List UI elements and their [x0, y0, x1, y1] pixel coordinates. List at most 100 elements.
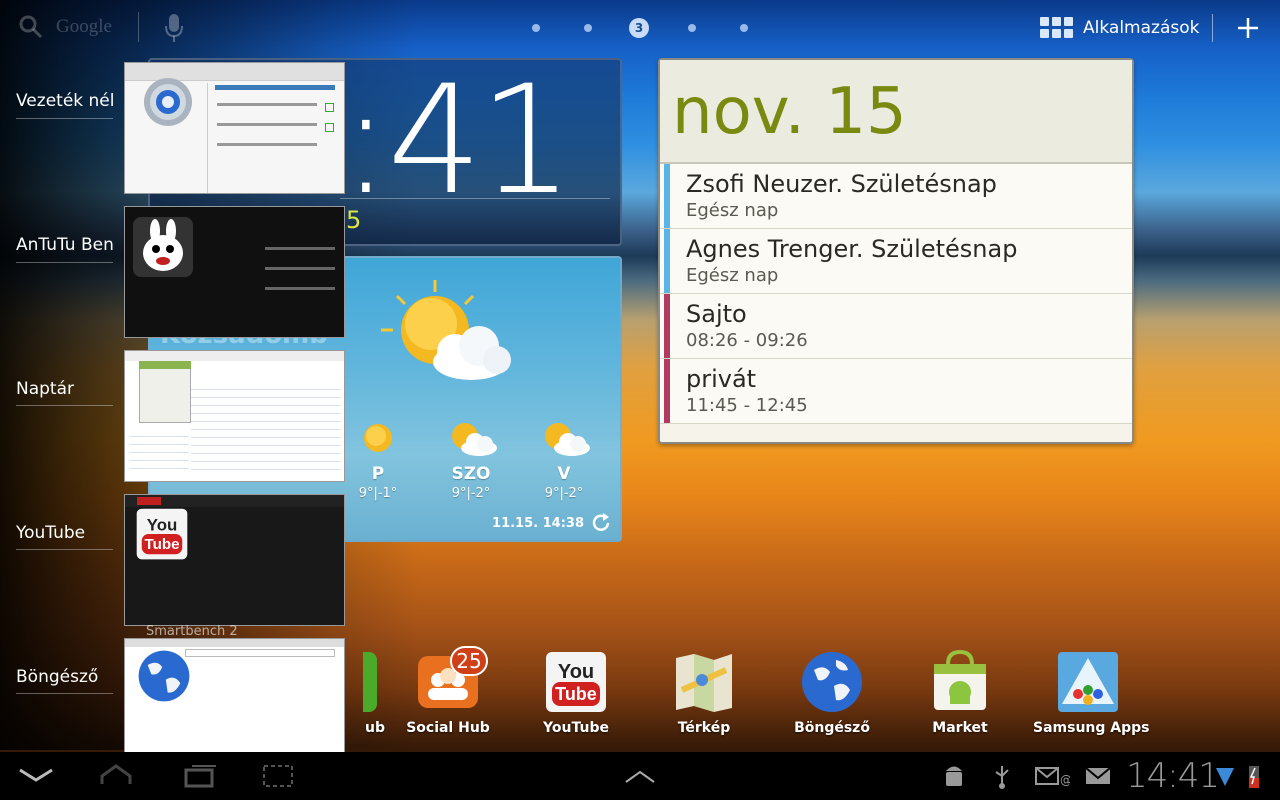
settings-gear-icon — [144, 78, 192, 126]
weather-updated: 11.15. 14:38 — [492, 516, 584, 531]
svg-text:Tube: Tube — [144, 536, 179, 553]
calendar-event[interactable]: Sajto 08:26 - 09:26 — [660, 294, 1132, 359]
refresh-icon[interactable] — [590, 512, 612, 534]
sun-icon — [364, 424, 392, 452]
page-dot[interactable] — [688, 24, 696, 32]
calendar-event[interactable]: Zsofi Neuzer. Születésnap Egész nap — [660, 164, 1132, 229]
dock-app-social-hub[interactable]: 25 Social Hub — [393, 646, 503, 736]
divider — [16, 118, 113, 119]
calendar-event[interactable]: privát 11:45 - 12:45 — [660, 359, 1132, 424]
add-icon[interactable] — [1236, 16, 1260, 40]
chevron-up-icon[interactable] — [620, 762, 660, 790]
dock-app-label: Térkép — [677, 720, 731, 736]
page-indicator[interactable]: 3 — [520, 18, 760, 38]
forecast-day: V 9°|-2° — [529, 418, 599, 501]
divider — [1212, 14, 1213, 42]
divider — [138, 12, 139, 42]
svg-text:You: You — [147, 516, 178, 535]
forecast-temp: 9°|-2° — [544, 486, 584, 501]
dock-app-market[interactable]: Market — [905, 649, 1015, 736]
event-title: Zsofi Neuzer. Születésnap — [686, 170, 997, 198]
search-icon[interactable] — [18, 14, 44, 40]
recent-apps-icon[interactable] — [180, 762, 220, 790]
gmail-icon — [1085, 767, 1111, 784]
page-dot[interactable] — [740, 24, 748, 32]
calendar-date: nov. 15 — [672, 75, 907, 149]
forecast-temp: 9°|-2° — [451, 486, 491, 501]
apps-grid-icon — [1040, 17, 1074, 39]
event-color-bar — [664, 359, 670, 423]
forecast-day-label: SZO — [451, 464, 491, 484]
calendar-event-list: Zsofi Neuzer. Születésnap Egész nap Agne… — [660, 164, 1132, 424]
event-time: 11:45 - 12:45 — [686, 395, 808, 416]
maps-icon — [672, 650, 736, 714]
notification-badge: 25 — [450, 646, 488, 676]
sun-cloud-icon — [452, 423, 497, 456]
search-input[interactable]: Google — [56, 16, 112, 38]
event-time: Egész nap — [686, 200, 779, 221]
forecast-day: SZO 9°|-2° — [436, 418, 506, 501]
dock-app-browser[interactable]: Böngésző — [777, 650, 887, 736]
page-dot[interactable] — [532, 24, 540, 32]
wifi-icon — [1216, 768, 1234, 786]
event-title: Agnes Trenger. Születésnap — [686, 235, 1018, 263]
recent-app-label[interactable]: Böngésző — [16, 667, 98, 687]
event-color-bar — [664, 294, 670, 358]
event-title: Sajto — [686, 300, 747, 328]
antutu-icon — [133, 217, 193, 277]
top-bar: Google 3 Alkalmazások — [0, 0, 1280, 56]
event-title: privát — [686, 365, 757, 393]
microphone-icon[interactable] — [163, 12, 185, 44]
dock-app-label: YouTube — [543, 720, 609, 736]
recent-app-thumbnail-antutu[interactable] — [124, 206, 345, 338]
clock-time: :41 — [340, 54, 574, 228]
home-icon[interactable] — [96, 762, 136, 790]
dock-app-samsung-apps[interactable]: Samsung Apps — [1033, 650, 1150, 736]
recent-app-label[interactable]: Vezeték nél — [16, 91, 114, 111]
apps-button[interactable]: Alkalmazások — [1040, 14, 1199, 42]
apps-label: Alkalmazások — [1083, 18, 1200, 38]
youtube-icon: YouTube — [544, 650, 608, 714]
dock-app-label: Social Hub — [406, 720, 490, 736]
event-color-bar — [664, 229, 670, 293]
usb-icon — [995, 766, 1009, 789]
battery-charging-icon — [1249, 766, 1259, 788]
page-dot[interactable] — [584, 24, 592, 32]
calendar-date-header: nov. 15 — [660, 60, 1132, 164]
svg-text:@: @ — [1060, 773, 1070, 787]
samsung-apps-icon — [1056, 650, 1120, 714]
forecast-day-label: P — [371, 464, 385, 484]
dock-app-label: Samsung Apps — [1033, 720, 1150, 736]
svg-text:Tube: Tube — [555, 684, 597, 704]
social-hub-icon: 25 — [416, 646, 488, 714]
recent-app-label[interactable]: Naptár — [16, 379, 74, 399]
dock-app-youtube[interactable]: You Tube YouTube — [521, 650, 631, 736]
recent-app-thumbnail-settings[interactable] — [124, 62, 345, 194]
dock-app-maps[interactable]: Térkép — [649, 650, 759, 736]
email-icon: @ — [1035, 767, 1070, 787]
recent-app-thumbnail-calendar[interactable] — [124, 350, 345, 482]
widget-label: Smartbench 2 — [146, 624, 238, 639]
divider — [16, 549, 113, 550]
calendar-widget[interactable]: nov. 15 Zsofi Neuzer. Születésnap Egész … — [658, 58, 1134, 444]
event-time: 08:26 - 09:26 — [686, 330, 808, 351]
clock-date: 5 — [346, 206, 362, 234]
calendar-event[interactable]: Agnes Trenger. Születésnap Egész nap — [660, 229, 1132, 294]
recent-app-label[interactable]: YouTube — [16, 523, 85, 543]
recent-app-thumbnail-browser[interactable] — [124, 638, 345, 770]
forecast-day-label: V — [557, 464, 571, 484]
event-time: Egész nap — [686, 265, 779, 286]
system-bar: @ 14:41 — [0, 752, 1280, 800]
market-icon — [928, 649, 992, 714]
globe-icon — [138, 650, 190, 702]
current-page-dot[interactable]: 3 — [629, 18, 649, 38]
recent-app-thumbnail-youtube[interactable]: You Tube — [124, 494, 345, 626]
divider — [16, 693, 113, 694]
forecast-day: P 9°|-1° — [343, 418, 413, 501]
hide-keyboard-icon[interactable] — [16, 762, 56, 790]
android-debug-icon — [946, 766, 962, 786]
screenshot-icon[interactable] — [258, 762, 298, 790]
youtube-icon: YouTube — [136, 508, 188, 560]
recent-app-label[interactable]: AnTuTu Ben — [16, 235, 114, 255]
globe-icon — [800, 650, 864, 714]
